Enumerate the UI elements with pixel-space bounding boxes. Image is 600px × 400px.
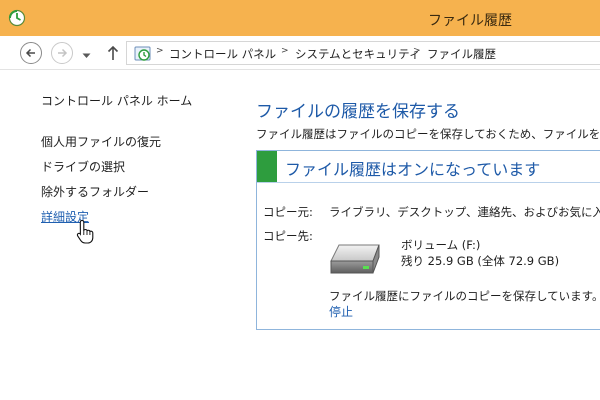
left-navigation-pane xyxy=(0,70,232,400)
up-button[interactable] xyxy=(106,44,120,65)
exclude-folders-link[interactable]: 除外するフォルダー xyxy=(41,183,149,200)
breadcrumb-control-panel[interactable]: コントロール パネル xyxy=(169,46,276,62)
forward-button[interactable] xyxy=(51,42,73,64)
back-button[interactable] xyxy=(20,42,42,64)
address-bar[interactable]: > コントロール パネル > システムとセキュリティ > ファイル履歴 xyxy=(126,41,600,65)
status-header: ファイル履歴はオンになっています xyxy=(257,151,600,183)
control-panel-home-link[interactable]: コントロール パネル ホーム xyxy=(41,92,192,109)
select-drive-link[interactable]: ドライブの選択 xyxy=(41,158,125,175)
file-history-status-panel: ファイル履歴はオンになっています コピー元: ライブラリ、デスクトップ、連絡先、… xyxy=(256,150,600,330)
breadcrumb-separator: > xyxy=(156,46,164,56)
page-title: ファイルの履歴を保存する xyxy=(256,102,460,122)
breadcrumb-file-history[interactable]: ファイル履歴 xyxy=(427,46,496,62)
forward-arrow-icon xyxy=(58,48,68,58)
back-arrow-icon xyxy=(25,48,35,58)
drive-icon xyxy=(329,243,381,280)
page-description: ファイル履歴はファイルのコピーを保存しておくため、ファイルを紛失ま xyxy=(256,127,600,141)
recent-locations-icon xyxy=(82,53,91,58)
restore-personal-files-link[interactable]: 個人用ファイルの復元 xyxy=(41,133,161,150)
source-label: コピー元: xyxy=(263,205,313,219)
breadcrumb-separator[interactable]: > xyxy=(413,46,421,56)
breadcrumb-separator[interactable]: > xyxy=(281,46,289,56)
status-title: ファイル履歴はオンになっています xyxy=(285,160,541,179)
destination-label: コピー先: xyxy=(263,229,313,243)
source-value: ライブラリ、デスクトップ、連絡先、およびお気に入り xyxy=(329,205,600,219)
recent-locations-button[interactable] xyxy=(82,48,91,62)
breadcrumb-system-security[interactable]: システムとセキュリティ xyxy=(295,46,420,62)
drive-space: 残り 25.9 GB (全体 72.9 GB) xyxy=(401,254,560,268)
up-arrow-icon xyxy=(107,45,119,60)
saving-status: ファイル履歴にファイルのコピーを保存しています。 xyxy=(329,289,600,303)
window-title: ファイル履歴 xyxy=(428,13,512,29)
status-indicator xyxy=(257,151,277,182)
file-history-icon xyxy=(134,45,152,63)
hand-cursor-icon xyxy=(76,219,96,248)
stop-link[interactable]: 停止 xyxy=(329,303,353,320)
drive-name: ボリューム (F:) xyxy=(401,238,481,252)
navigation-bar: > コントロール パネル > システムとセキュリティ > ファイル履歴 xyxy=(0,36,600,70)
title-bar: ファイル履歴 xyxy=(0,0,600,36)
